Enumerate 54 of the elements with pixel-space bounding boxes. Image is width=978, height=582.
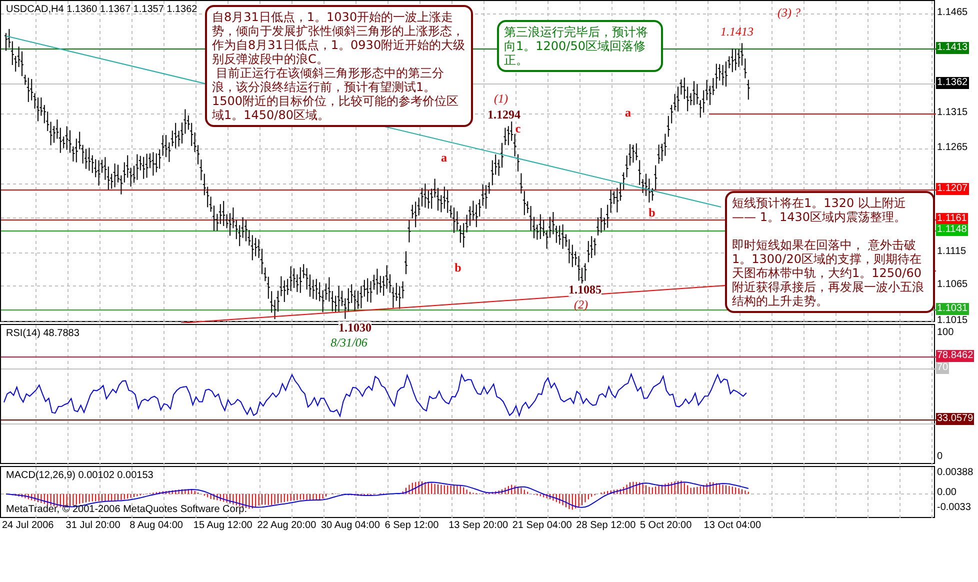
axis-label: 1.1465 xyxy=(936,7,969,19)
time-label: 24 Jul 2006 xyxy=(2,520,55,531)
price-label: 1.1030 xyxy=(338,322,372,334)
price-label: 1.1294 xyxy=(488,108,520,122)
axis-label: 1.1115 xyxy=(936,246,968,258)
price-label: 1.1085 xyxy=(568,284,602,296)
indicator-header: RSI(14) 48.7883 xyxy=(6,328,80,339)
time-label: 22 Aug 20:00 xyxy=(257,520,318,531)
time-label: 8 Aug 04:00 xyxy=(130,520,184,531)
indicator-header: MACD(12,26,9) 0.00102 0.00153 xyxy=(6,470,154,481)
wave-letter: b xyxy=(454,262,462,274)
wave-letter: a xyxy=(625,106,631,120)
price-marker: 1.1362 xyxy=(936,77,969,89)
copyright-text: MetaTrader, © 2001-2006 MetaQuotes Software Corp. xyxy=(6,504,248,515)
price-marker: 1.1413 xyxy=(936,42,969,54)
time-label: 13 Sep 20:00 xyxy=(448,520,510,531)
time-label: 31 Jul 20:00 xyxy=(66,520,122,531)
price-marker: 78.8462 xyxy=(936,350,974,362)
time-label: 13 Oct 04:00 xyxy=(704,520,762,531)
axis-label: 1.1015 xyxy=(936,315,969,327)
axis-label: 1.1315 xyxy=(936,107,969,119)
wave-label: (2) xyxy=(574,298,588,312)
note-text: 自8月31日低点，1。1030开始的一波上涨走势，倾向于发展扩张性倾斜三角形的上涨形态，作为自8月31日低点，1。0930附近开始的大级别反弹波段中的浪C。 xyxy=(212,10,466,66)
date-label: 8/31/06 xyxy=(330,336,368,350)
axis-label: 1.1065 xyxy=(936,279,969,291)
wave-label: (1) xyxy=(494,92,508,106)
time-label: 6 Sep 12:00 xyxy=(384,520,440,531)
note-text: 目前正运行在该倾斜三角形形态中的第三分浪，该分浪终结运行前，预计有望测试1。1500附近的目标价位，比较可能的参考价位区域1。1450/80区域。 xyxy=(212,66,460,122)
wave-letter: c xyxy=(515,122,521,136)
axis-label: 1.1265 xyxy=(936,142,969,154)
time-label: 28 Sep 12:00 xyxy=(576,520,637,531)
wave-label: (3) ? xyxy=(778,6,800,20)
axis-label: 100 xyxy=(936,327,955,339)
price-marker: 1.1031 xyxy=(936,303,969,315)
note-text: 短线预计将在1。1320 以上附近 —— 1。1430区域内震荡整理。 xyxy=(732,196,907,224)
price-marker: 33.0579 xyxy=(936,413,974,425)
time-label: 21 Sep 04:00 xyxy=(512,520,573,531)
wave-label: 1.1413 xyxy=(720,26,754,38)
price-marker: 1.1207 xyxy=(936,183,969,195)
wave-letter: b xyxy=(648,206,656,220)
price-marker: 1.1148 xyxy=(936,224,968,236)
price-marker: 70 xyxy=(936,362,950,374)
axis-label: 0.00 xyxy=(936,487,958,499)
axis-label: 0 xyxy=(936,451,944,463)
note-text: 即时短线如果在回落中， 意外击破1。1300/20区域的支撑，则期待在天图布林带中轨，大约1。1250/60附近获得承接后，再发展一波小五浪结构的上升走势。 xyxy=(732,238,925,308)
note-text: 第三浪运行完毕后，预计将向1。1200/50区域回落修正。 xyxy=(504,25,649,67)
time-label: 30 Aug 04:00 xyxy=(320,520,381,531)
chart-header: USDCAD,H4 1.1360 1.1367 1.1357 1.1362 xyxy=(6,4,198,15)
axis-label: 0.00388 xyxy=(936,467,974,479)
wave-letter: a xyxy=(441,152,447,164)
axis-label: -0.0033 xyxy=(936,502,972,514)
price-marker: 1.1161 xyxy=(936,213,968,225)
time-label: 5 Oct 20:00 xyxy=(640,520,693,531)
time-label: 15 Aug 12:00 xyxy=(193,520,254,531)
